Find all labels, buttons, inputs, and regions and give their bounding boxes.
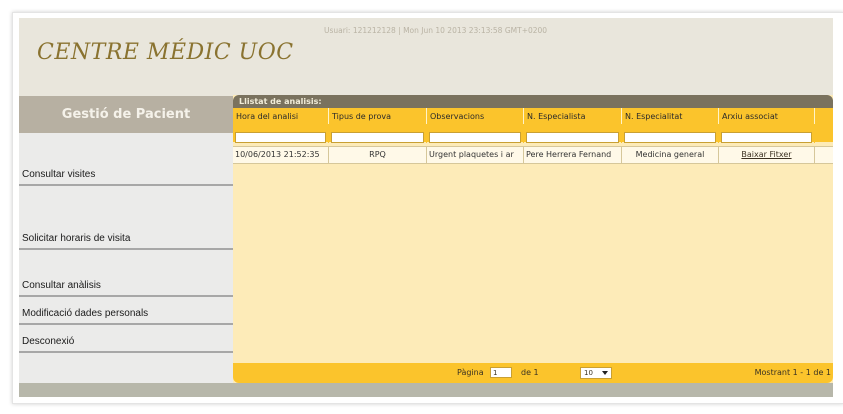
page-label: Pàgina: [457, 368, 484, 377]
filter-cell: [233, 124, 329, 143]
cell-especialista: Pere Herrera Fernand: [524, 147, 622, 163]
chevron-down-icon: [602, 371, 608, 375]
rows-per-page-select[interactable]: 10: [580, 367, 612, 379]
filter-input-especialitat[interactable]: [624, 132, 716, 143]
filter-input-tipus[interactable]: [331, 132, 424, 143]
cell-arxiu: Baixar Fitxer: [719, 147, 815, 163]
page-count-label: de 1: [521, 368, 539, 377]
grid-caption: Llistat de analisis:: [233, 95, 833, 108]
cell-observacions: Urgent plaquetes i ar: [427, 147, 524, 163]
menu-item-modificacio-dades[interactable]: Modificació dades personals: [19, 297, 233, 325]
menu-item-desconexio[interactable]: Desconexió: [19, 325, 233, 353]
column-header-especialitat[interactable]: N. Especialitat: [622, 108, 719, 125]
user-info: Usuari: 121212128 | Mon Jun 10 2013 23:1…: [324, 26, 548, 35]
menu-item-label: Consultar anàlisis: [22, 280, 101, 291]
filter-input-arxiu[interactable]: [721, 132, 812, 143]
grid-header-row: Hora del analisi Tipus de prova Observac…: [233, 108, 833, 125]
page-header: CENTRE MÉDIC UOC Usuari: 121212128 | Mon…: [19, 18, 833, 96]
logo: CENTRE MÉDIC UOC: [37, 40, 294, 65]
column-header-arxiu[interactable]: Arxiu associat: [719, 108, 815, 125]
page-number-input[interactable]: 1: [490, 367, 512, 378]
analysis-grid-panel: Llistat de analisis: Hora del analisi Ti…: [233, 95, 833, 383]
download-file-link[interactable]: Baixar Fitxer: [741, 150, 791, 159]
pager: Pàgina 1 de 1 10 Mostrant 1 - 1 de 1: [233, 363, 833, 383]
filter-input-hora[interactable]: [235, 132, 326, 143]
menu-item-consultar-visites[interactable]: Consultar visites: [19, 144, 233, 186]
filter-cell: [427, 124, 524, 143]
grid-filter-row: [233, 124, 833, 143]
rows-per-page-value: 10: [584, 369, 593, 377]
menu-item-label: Desconexió: [22, 336, 75, 347]
pager-summary: Mostrant 1 - 1 de 1: [754, 368, 831, 377]
sidebar: Gestió de Pacient Consultar visites Soli…: [19, 96, 233, 384]
cell-especialitat: Medicina general: [622, 147, 719, 163]
column-header-tipus[interactable]: Tipus de prova: [329, 108, 427, 125]
menu-item-consultar-analisis[interactable]: Consultar anàlisis: [19, 250, 233, 297]
column-header-especialista[interactable]: N. Especialista: [524, 108, 622, 125]
filter-cell: [622, 124, 719, 143]
column-header-hora[interactable]: Hora del analisi: [233, 108, 329, 125]
filter-cell: [719, 124, 815, 143]
filter-input-observacions[interactable]: [429, 132, 521, 143]
column-header-observacions[interactable]: Observacions: [427, 108, 524, 125]
menu-item-label: Modificació dades personals: [22, 308, 149, 319]
filter-cell: [329, 124, 427, 143]
cell-tipus: RPQ: [329, 147, 427, 163]
menu-item-label: Consultar visites: [22, 169, 96, 180]
menu-item-solicitar-horaris[interactable]: Solicitar horaris de visita: [19, 186, 233, 250]
filter-input-especialista[interactable]: [526, 132, 619, 143]
menu-item-label: Solicitar horaris de visita: [22, 233, 131, 244]
sidebar-title: Gestió de Pacient: [19, 96, 233, 133]
cell-hora: 10/06/2013 21:52:35: [233, 147, 329, 163]
page-footer: [19, 383, 833, 397]
filter-cell: [524, 124, 622, 143]
table-row[interactable]: 10/06/2013 21:52:35 RPQ Urgent plaquetes…: [233, 146, 833, 164]
